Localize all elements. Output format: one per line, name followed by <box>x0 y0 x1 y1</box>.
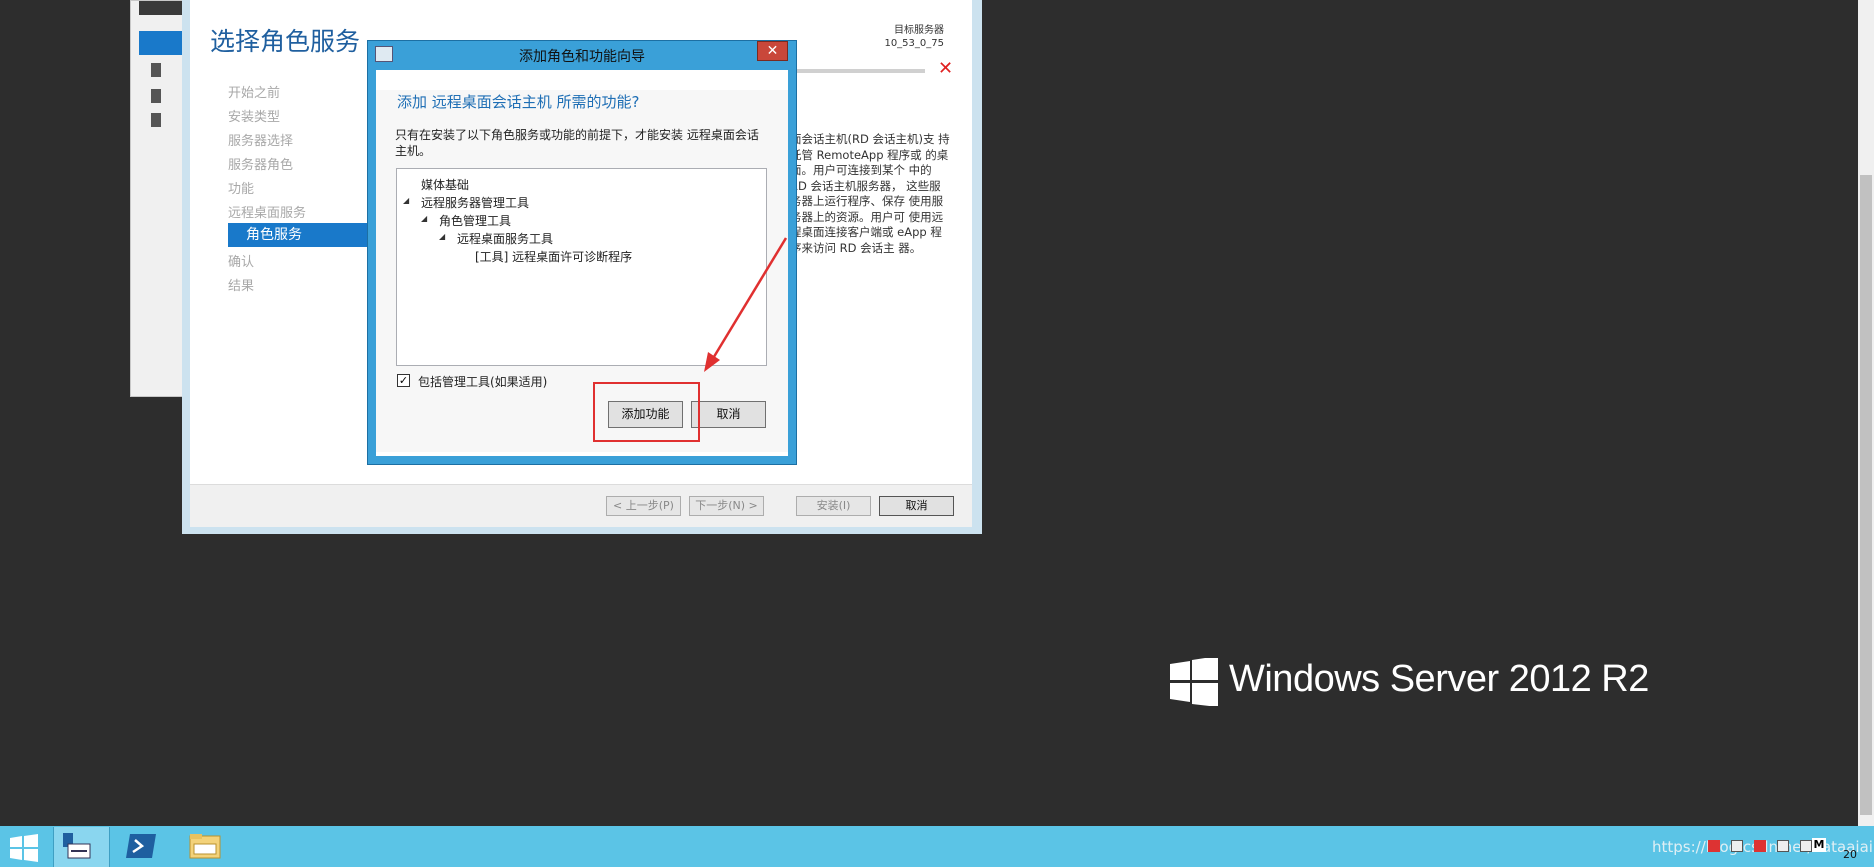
tray-flag-icon[interactable] <box>1754 840 1766 852</box>
include-tools-label[interactable]: 包括管理工具(如果适用) <box>418 373 547 390</box>
target-server-label: 目标服务器 <box>894 25 944 36</box>
expand-triangle-icon[interactable]: ◢ <box>439 232 445 241</box>
next-button[interactable]: 下一步(N) > <box>689 496 764 516</box>
annotation-highlight-box <box>593 382 700 442</box>
tray-action-center-icon[interactable] <box>1800 840 1812 852</box>
expand-triangle-icon[interactable]: ◢ <box>421 214 427 223</box>
server-manager-icon <box>63 833 91 859</box>
target-server-name: 10_53_0_75 <box>884 38 944 49</box>
tray-power-icon[interactable] <box>1777 840 1789 852</box>
tree-item-media-foundation[interactable]: 媒体基础 <box>421 176 469 193</box>
step-server-selection[interactable]: 服务器选择 <box>228 130 293 149</box>
taskbar-clock[interactable]: 20 <box>1843 848 1857 861</box>
previous-button[interactable]: < 上一步(P) <box>606 496 681 516</box>
step-remote-desktop-services[interactable]: 远程桌面服务 <box>228 202 306 221</box>
annotation-arrow <box>704 237 788 372</box>
step-results[interactable]: 结果 <box>228 275 254 294</box>
window-titlebar-strip <box>139 1 183 15</box>
step-installation-type[interactable]: 安装类型 <box>228 106 280 125</box>
windows-server-branding: Windows Server 2012 R2 <box>1229 658 1649 700</box>
step-features[interactable]: 功能 <box>228 178 254 197</box>
role-description: 面会话主机(RD 会话主机)支 持托管 RemoteApp 程序或 的桌面。用户… <box>790 132 950 255</box>
step-server-roles[interactable]: 服务器角色 <box>228 154 293 173</box>
tray-volume-icon[interactable] <box>1731 840 1743 852</box>
dialog-cancel-button[interactable]: 取消 <box>691 401 766 428</box>
all-servers-icon[interactable] <box>151 89 161 103</box>
tree-item-rds-tools[interactable]: 远程桌面服务工具 <box>457 230 553 247</box>
tree-item-rd-licensing-diagnoser[interactable]: [工具] 远程桌面许可诊断程序 <box>475 248 632 265</box>
scrollbar-thumb[interactable] <box>1860 175 1872 815</box>
tree-item-role-admin-tools[interactable]: 角色管理工具 <box>439 212 511 229</box>
tray-ime-icon[interactable]: M <box>1812 838 1826 852</box>
file-explorer-icon[interactable] <box>188 830 222 862</box>
include-tools-checkbox[interactable]: ✓ <box>397 374 410 387</box>
powershell-icon[interactable] <box>126 832 158 862</box>
windows-logo-icon <box>1170 658 1218 706</box>
close-icon[interactable]: ✕ <box>938 58 953 79</box>
tray-network-icon[interactable] <box>1708 840 1720 852</box>
dialog-close-button[interactable]: ✕ <box>757 41 788 61</box>
tree-item-rsat[interactable]: 远程服务器管理工具 <box>421 194 529 211</box>
taskbar <box>0 826 1874 867</box>
expand-triangle-icon[interactable]: ◢ <box>403 196 409 205</box>
step-before-you-begin[interactable]: 开始之前 <box>228 82 280 101</box>
step-role-services[interactable]: 角色服务 <box>228 223 368 247</box>
start-button-icon[interactable] <box>8 833 40 863</box>
dialog-message: 只有在安装了以下角色服务或功能的前提下，才能安装 远程桌面会话主机。 <box>395 128 759 158</box>
install-button[interactable]: 安装(I) <box>796 496 871 516</box>
dialog-title: 添加角色和功能向导 <box>519 49 645 65</box>
wizard-cancel-button[interactable]: 取消 <box>879 496 954 516</box>
dialog-heading: 添加 远程桌面会话主机 所需的功能? <box>397 93 640 111</box>
page-title: 选择角色服务 <box>210 27 361 56</box>
step-confirmation[interactable]: 确认 <box>228 251 254 270</box>
local-server-icon[interactable] <box>151 63 161 77</box>
file-services-icon[interactable] <box>151 113 161 127</box>
target-server-info: 目标服务器 10_53_0_75 <box>880 24 944 50</box>
